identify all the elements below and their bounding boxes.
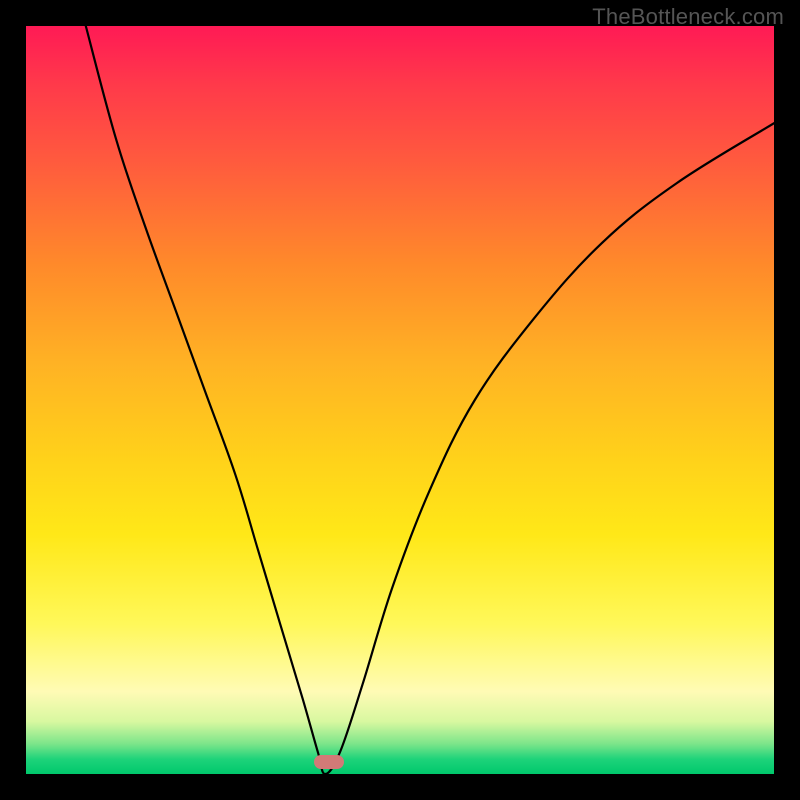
minimum-marker — [314, 755, 344, 769]
curve-path — [86, 26, 774, 774]
chart-plot-area — [26, 26, 774, 774]
watermark-text: TheBottleneck.com — [592, 4, 784, 30]
bottleneck-curve — [26, 26, 774, 774]
